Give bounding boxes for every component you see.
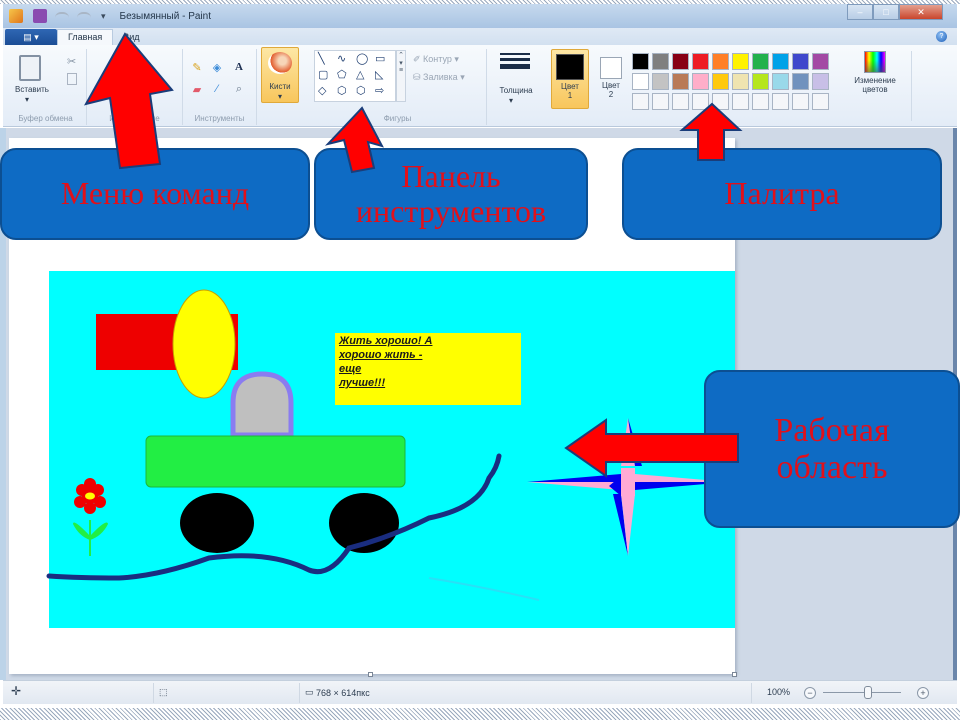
arrow-workspace — [564, 418, 739, 478]
arrow-menu — [84, 32, 174, 170]
arrow-palette — [679, 102, 743, 161]
arrow-toolbar — [324, 106, 384, 174]
annotation-arrows — [84, 32, 743, 478]
